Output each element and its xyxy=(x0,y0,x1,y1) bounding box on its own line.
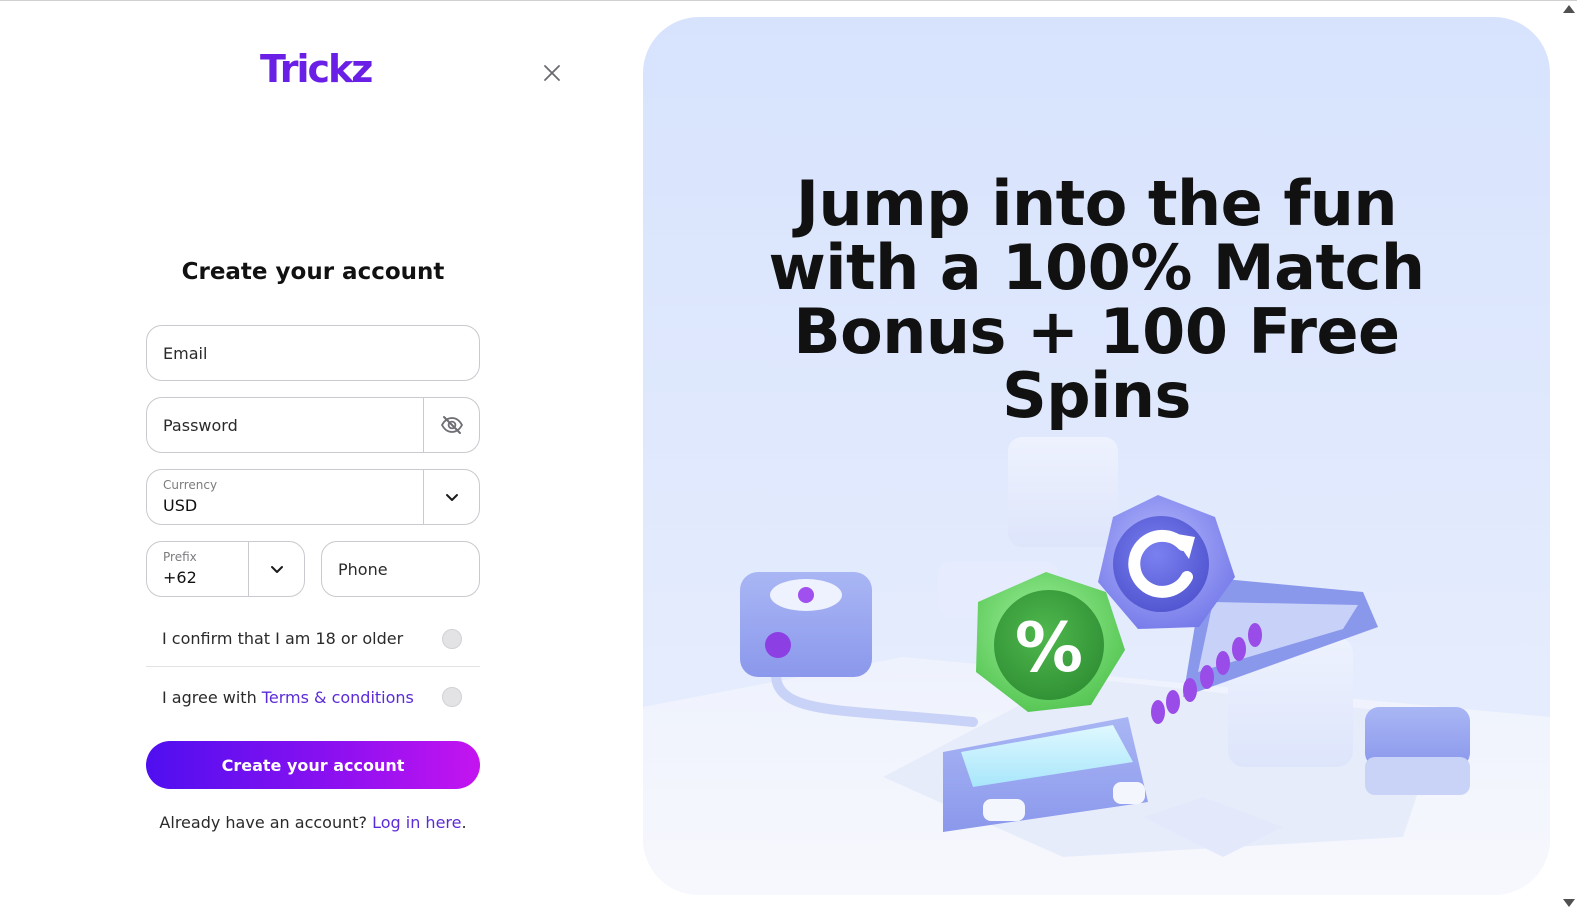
age-confirm-toggle[interactable] xyxy=(442,629,462,649)
currency-dropdown-toggle[interactable] xyxy=(423,470,479,524)
close-icon xyxy=(544,65,560,81)
hero-line-3: Bonus + 100 Free xyxy=(793,295,1400,368)
arrow-down-icon[interactable] xyxy=(1563,899,1575,907)
prefix-select[interactable]: Prefix +62 xyxy=(146,541,305,597)
phone-field[interactable]: Phone xyxy=(321,541,480,597)
terms-link[interactable]: Terms & conditions xyxy=(262,688,414,707)
form-title: Create your account xyxy=(181,259,445,285)
age-confirm-label: I confirm that I am 18 or older xyxy=(162,629,404,648)
login-prompt-text: Already have an account? xyxy=(159,813,373,832)
age-confirm-row: I confirm that I am 18 or older xyxy=(146,611,480,667)
currency-value: USD xyxy=(163,496,198,515)
terms-label: I agree with Terms & conditions xyxy=(162,688,414,707)
percent-symbol: % xyxy=(1015,609,1083,688)
base-foot-right xyxy=(1113,782,1145,804)
fan-hub xyxy=(798,587,814,603)
prefix-dropdown-toggle[interactable] xyxy=(248,542,304,596)
hero-line-2: with a 100% Match xyxy=(768,231,1425,304)
terms-toggle[interactable] xyxy=(442,687,462,707)
chevron-down-icon xyxy=(445,494,458,501)
terms-prefix: I agree with xyxy=(162,687,262,707)
password-placeholder: Password xyxy=(163,416,238,435)
prefix-value: +62 xyxy=(163,568,197,587)
prefix-label: Prefix xyxy=(163,550,197,564)
eye-off-icon xyxy=(440,416,463,434)
hero-line-4: Spins xyxy=(1002,359,1191,432)
promo-illustration: % xyxy=(643,437,1550,895)
terms-row: I agree with Terms & conditions xyxy=(146,669,480,725)
hero-line-1: Jump into the fun xyxy=(795,167,1398,240)
create-account-button[interactable]: Create your account xyxy=(146,741,480,789)
password-visibility-toggle[interactable] xyxy=(423,398,479,452)
login-prompt: Already have an account? Log in here. xyxy=(146,813,480,832)
signup-page: Trickz Create your account Email Passwor… xyxy=(0,0,1577,912)
phone-placeholder: Phone xyxy=(338,560,388,579)
login-suffix: . xyxy=(461,813,467,832)
hero-headline: Jump into the fun with a 100% Match Bonu… xyxy=(643,172,1550,428)
email-placeholder: Email xyxy=(163,344,208,363)
close-button[interactable] xyxy=(540,61,564,85)
promo-hero: % Jump into the fun with a 100% Match Bo… xyxy=(643,17,1550,895)
login-link[interactable]: Log in here xyxy=(372,813,461,832)
password-field[interactable]: Password xyxy=(146,397,480,453)
currency-label: Currency xyxy=(163,478,218,492)
small-blue-block-base xyxy=(1365,757,1470,795)
brand-logo: Trickz xyxy=(260,47,373,91)
chevron-down-icon xyxy=(270,566,283,573)
fan-port xyxy=(765,632,791,658)
email-field[interactable]: Email xyxy=(146,325,480,381)
vertical-scrollbar[interactable] xyxy=(1560,1,1577,912)
currency-select[interactable]: Currency USD xyxy=(146,469,480,525)
arrow-up-icon[interactable] xyxy=(1563,5,1575,13)
light-cube-back xyxy=(1008,437,1118,547)
base-foot-left xyxy=(983,799,1025,821)
